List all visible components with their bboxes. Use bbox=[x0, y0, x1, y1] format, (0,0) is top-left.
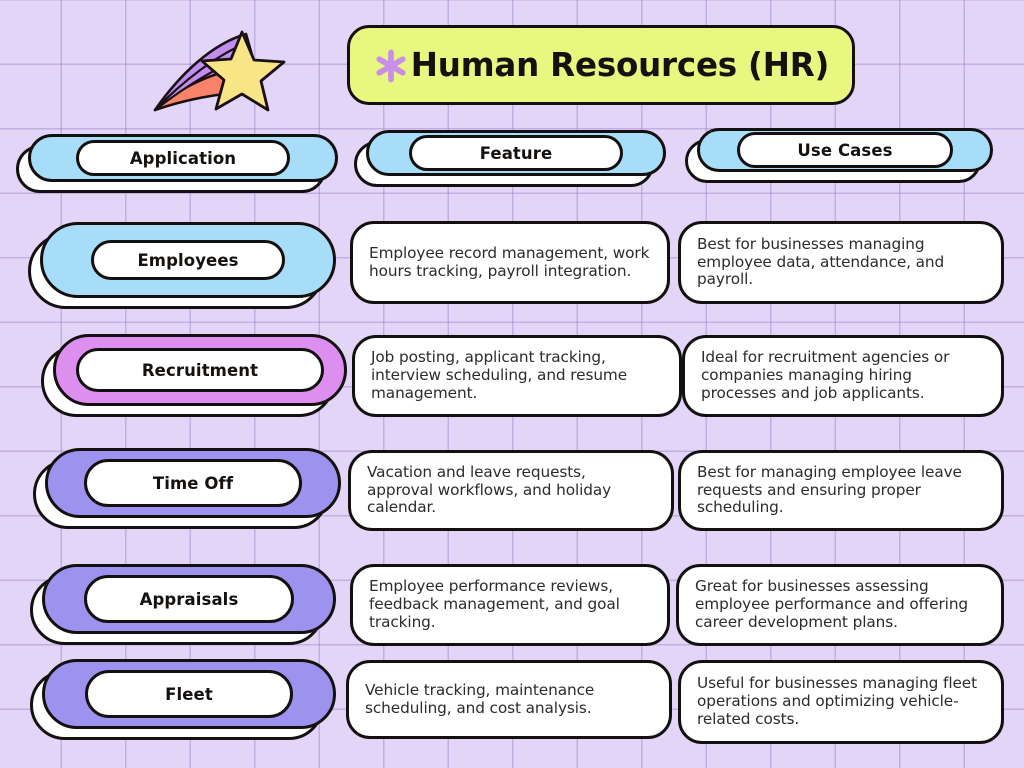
feature-card-recruitment: Job posting, applicant tracking, intervi… bbox=[352, 335, 682, 417]
feature-text: Employee performance reviews, feedback m… bbox=[369, 577, 620, 631]
application-label: Fleet bbox=[165, 684, 213, 704]
infographic-page: Human Resources (HR) Application Feature… bbox=[0, 0, 1024, 768]
shooting-star-icon bbox=[153, 30, 286, 112]
feature-card-appraisals: Employee performance reviews, feedback m… bbox=[350, 564, 670, 646]
use-case-card-appraisals: Great for businesses assessing employee … bbox=[676, 564, 1004, 646]
application-pill-appraisals[interactable]: Appraisals bbox=[30, 564, 336, 645]
page-title-card: Human Resources (HR) bbox=[347, 25, 855, 105]
column-header-application[interactable]: Application bbox=[16, 134, 338, 193]
application-label: Appraisals bbox=[139, 589, 239, 609]
pill-body: Recruitment bbox=[53, 334, 347, 406]
application-pill-fleet[interactable]: Fleet bbox=[30, 659, 336, 740]
application-label: Time Off bbox=[152, 473, 234, 493]
pill-body: Use Cases bbox=[697, 128, 993, 172]
feature-card-time-off: Vacation and leave requests, approval wo… bbox=[348, 450, 674, 531]
pill-body: Time Off bbox=[45, 448, 341, 518]
pill-body: Appraisals bbox=[42, 564, 336, 634]
pill-inner: Use Cases bbox=[737, 132, 953, 168]
use-case-text: Best for businesses managing employee da… bbox=[697, 234, 945, 289]
column-header-use-cases[interactable]: Use Cases bbox=[685, 128, 993, 183]
pill-inner: Time Off bbox=[84, 459, 302, 507]
pill-inner: Recruitment bbox=[76, 348, 324, 392]
use-case-text: Useful for businesses managing fleet ope… bbox=[697, 674, 978, 728]
feature-card-employees: Employee record management, work hours t… bbox=[350, 221, 670, 304]
use-case-card-recruitment: Ideal for recruitment agencies or compan… bbox=[682, 335, 1004, 417]
column-header-label: Use Cases bbox=[797, 140, 893, 160]
pill-body: Application bbox=[28, 134, 338, 182]
use-case-card-time-off: Best for managing employee leave request… bbox=[678, 450, 1004, 531]
pill-body: Employees bbox=[40, 222, 336, 298]
application-label: Recruitment bbox=[141, 360, 259, 380]
sparkle-asterisk-icon bbox=[376, 49, 406, 82]
pill-inner: Employees bbox=[91, 240, 285, 280]
page-title: Human Resources (HR) bbox=[410, 46, 830, 84]
use-case-text: Great for businesses assessing employee … bbox=[695, 577, 969, 631]
column-header-label: Application bbox=[129, 148, 237, 168]
feature-text: Vehicle tracking, maintenance scheduling… bbox=[365, 680, 595, 717]
pill-inner: Application bbox=[76, 140, 290, 176]
use-case-card-employees: Best for businesses managing employee da… bbox=[678, 221, 1004, 304]
column-header-feature[interactable]: Feature bbox=[354, 130, 666, 187]
use-case-text: Ideal for recruitment agencies or compan… bbox=[701, 348, 950, 402]
application-pill-recruitment[interactable]: Recruitment bbox=[41, 334, 347, 417]
use-case-text: Best for managing employee leave request… bbox=[697, 462, 962, 517]
feature-text: Employee record management, work hours t… bbox=[369, 243, 650, 280]
application-pill-time-off[interactable]: Time Off bbox=[33, 448, 341, 529]
pill-inner: Fleet bbox=[85, 670, 293, 718]
column-header-label: Feature bbox=[479, 143, 553, 163]
pill-body: Feature bbox=[366, 130, 666, 176]
pill-inner: Feature bbox=[409, 135, 623, 171]
application-pill-employees[interactable]: Employees bbox=[28, 222, 336, 309]
pill-inner: Appraisals bbox=[84, 575, 294, 623]
feature-text: Job posting, applicant tracking, intervi… bbox=[371, 348, 628, 402]
application-label: Employees bbox=[137, 250, 239, 270]
feature-card-fleet: Vehicle tracking, maintenance scheduling… bbox=[346, 660, 672, 739]
pill-body: Fleet bbox=[42, 659, 336, 729]
use-case-card-fleet: Useful for businesses managing fleet ope… bbox=[678, 660, 1004, 744]
feature-text: Vacation and leave requests, approval wo… bbox=[367, 462, 612, 517]
